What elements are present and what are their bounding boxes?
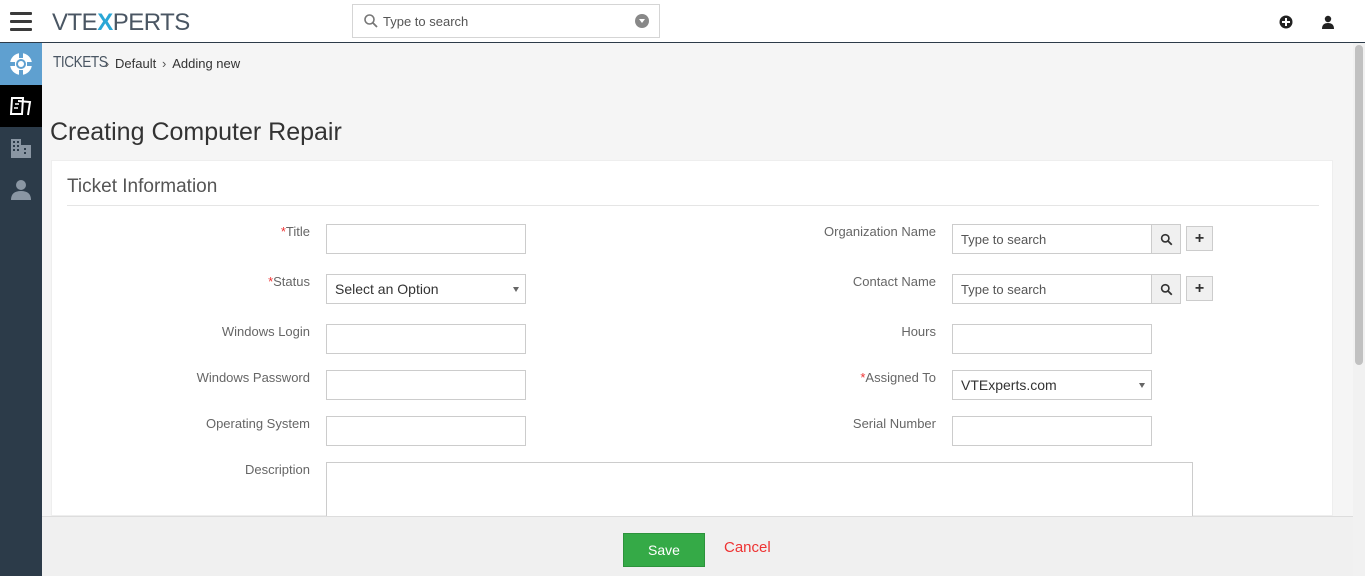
app-logo[interactable]: VTEXPERTS	[52, 9, 190, 37]
label-text: Status	[273, 274, 310, 289]
contact-add-button[interactable]: +	[1186, 276, 1213, 301]
hours-input[interactable]	[952, 324, 1152, 354]
plus-circle-icon[interactable]	[1278, 14, 1294, 30]
status-label: *Status	[202, 274, 310, 289]
breadcrumb-item[interactable]: Default	[115, 56, 156, 71]
label-text: Title	[285, 224, 310, 239]
windows-login-input[interactable]	[326, 324, 526, 354]
search-icon	[364, 14, 378, 28]
sidebar-item-organizations[interactable]	[0, 127, 42, 169]
status-selected-value: Select an Option	[335, 281, 439, 297]
contacts-icon	[11, 180, 31, 200]
page-scrollbar[interactable]	[1353, 43, 1365, 576]
contact-name-input[interactable]: Type to search	[952, 274, 1152, 304]
form-actions-bar: Save Cancel	[42, 516, 1353, 576]
organization-search-button[interactable]	[1151, 224, 1181, 254]
breadcrumb-module[interactable]: TICKETS	[53, 54, 108, 72]
organization-name-input[interactable]: Type to search	[952, 224, 1152, 254]
logo-part: PERTS	[112, 9, 191, 36]
description-label: Description	[244, 462, 310, 477]
global-search[interactable]	[352, 4, 660, 38]
breadcrumb-item: Adding new	[172, 55, 241, 71]
scrollbar-thumb[interactable]	[1355, 45, 1363, 365]
organization-name-label: Organization Name	[824, 224, 936, 239]
support-icon	[9, 52, 33, 76]
sidebar	[0, 43, 42, 576]
contact-name-label: Contact Name	[852, 274, 936, 289]
logo-part: X	[97, 9, 113, 36]
assigned-to-selected-value: VTExperts.com	[961, 377, 1057, 393]
operating-system-label: Operating System	[205, 416, 310, 431]
save-button[interactable]: Save	[623, 533, 705, 567]
logo-part: VTE	[52, 9, 98, 36]
menu-icon[interactable]	[0, 0, 42, 42]
windows-password-input[interactable]	[326, 370, 526, 400]
tickets-icon	[9, 97, 32, 116]
plus-icon: +	[1194, 279, 1205, 297]
breadcrumb: TICKETS › Default › Adding new	[53, 52, 240, 74]
label-text: Assigned To	[865, 370, 936, 385]
plus-icon: +	[1194, 229, 1205, 247]
search-options-dropdown-icon[interactable]	[635, 14, 649, 28]
search-icon	[1160, 233, 1172, 245]
windows-login-label: Windows Login	[221, 324, 310, 339]
caret-down-icon	[1139, 383, 1145, 388]
windows-password-label: Windows Password	[196, 370, 310, 385]
section-title: Ticket Information	[67, 176, 218, 197]
serial-number-input[interactable]	[952, 416, 1152, 446]
sidebar-item-tickets[interactable]	[0, 85, 42, 127]
caret-down-icon	[513, 287, 519, 292]
description-textarea[interactable]	[326, 462, 1193, 520]
cancel-link[interactable]: Cancel	[724, 539, 771, 556]
sidebar-item-contacts[interactable]	[0, 169, 42, 211]
serial-number-label: Serial Number	[852, 416, 936, 431]
assigned-to-select[interactable]: VTExperts.com	[952, 370, 1152, 400]
status-select[interactable]: Select an Option	[326, 274, 526, 304]
sidebar-item-support[interactable]	[0, 43, 42, 85]
title-input[interactable]	[326, 224, 526, 254]
organizations-icon	[11, 139, 31, 158]
user-icon[interactable]	[1320, 14, 1336, 30]
search-input[interactable]	[383, 12, 623, 30]
chevron-right-icon: ›	[162, 55, 167, 71]
organization-add-button[interactable]: +	[1186, 226, 1213, 251]
operating-system-input[interactable]	[326, 416, 526, 446]
contact-search-button[interactable]	[1151, 274, 1181, 304]
top-bar: VTEXPERTS	[0, 0, 1365, 43]
hours-label: Hours	[901, 324, 936, 339]
ticket-information-section: Ticket Information *Title *Status Select…	[51, 160, 1333, 520]
page-title: Creating Computer Repair	[50, 118, 342, 146]
divider	[67, 205, 1319, 206]
title-label: *Title	[202, 224, 310, 239]
assigned-to-label: *Assigned To	[772, 370, 936, 385]
search-icon	[1160, 283, 1172, 295]
